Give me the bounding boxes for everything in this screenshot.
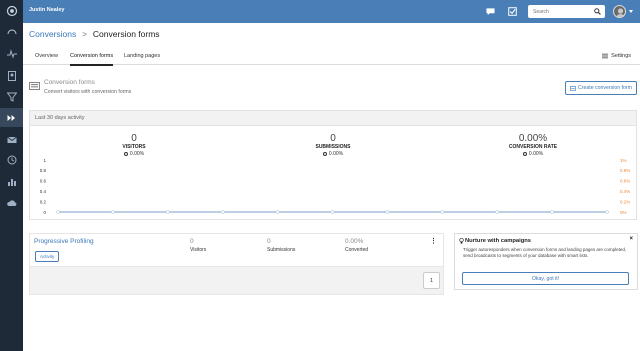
clock-icon[interactable] <box>0 150 23 169</box>
pagination-page-button[interactable]: 1 <box>423 272 440 289</box>
email-icon[interactable] <box>0 130 23 149</box>
settings-link[interactable]: Settings <box>602 53 631 59</box>
dashboard-icon[interactable] <box>0 22 23 41</box>
conversion-rate-stat: 0.00% CONVERSION RATE 0.00% <box>483 133 583 157</box>
tab-bar: Overview Conversion forms Landing pages … <box>23 48 640 66</box>
chevron-right-icon: > <box>82 29 87 39</box>
right-axis-tick-label: 0.2% <box>620 199 630 204</box>
filter-icon[interactable] <box>0 87 23 106</box>
left-nav-rail <box>0 0 23 351</box>
stat-label: VISITORS <box>122 144 146 150</box>
nurture-description: Trigger autoresponders when conversion f… <box>463 247 627 258</box>
section-title: Conversion forms <box>44 79 95 86</box>
data-point[interactable] <box>440 210 445 214</box>
activity-header: Last 30 days activity <box>30 111 636 126</box>
close-icon[interactable]: × <box>629 236 633 242</box>
app-logo-icon[interactable] <box>4 3 19 18</box>
left-axis-tick-label: 0 <box>43 210 46 215</box>
right-axis-tick-label: 0% <box>620 210 627 215</box>
activity-chart: 1 1% 0.8 0.8% 0.6 0.6% 0.4 0.4% 0.2 0.2% 0 0% <box>29 155 637 217</box>
data-point[interactable] <box>220 210 225 214</box>
converted-column: 0.00% Converted <box>345 238 368 253</box>
breadcrumb-conversions-link[interactable]: Conversions <box>29 29 76 39</box>
right-axis-tick-label: 0.6% <box>620 179 630 184</box>
data-point[interactable] <box>550 210 554 214</box>
visitors-stat: 0 VISITORS 0.00% <box>84 133 184 157</box>
chart-svg: 1 1% 0.8 0.8% 0.6 0.6% 0.4 0.4% 0.2 0.2% 0 0% <box>40 158 631 215</box>
submissions-value: 0 <box>267 238 271 245</box>
data-point[interactable] <box>495 210 500 214</box>
right-axis-tick-label: 0.4% <box>620 189 630 194</box>
left-axis-tick-label: 1 <box>43 158 46 163</box>
tab-landing-pages[interactable]: Landing pages <box>124 53 160 64</box>
search-icon[interactable] <box>594 8 601 15</box>
submissions-column: 0 Submissions <box>267 238 295 253</box>
create-button-label: Create conversion form <box>578 85 632 91</box>
settings-label: Settings <box>611 53 631 59</box>
page-title: Conversion forms <box>92 29 160 39</box>
stat-value: 0.00% <box>518 133 548 144</box>
reports-icon[interactable] <box>0 172 23 191</box>
chevron-down-icon[interactable] <box>629 10 633 13</box>
form-icon <box>29 82 40 90</box>
tasks-icon[interactable] <box>507 6 517 16</box>
right-axis-tick-label: 1% <box>620 158 627 163</box>
cloud-settings-icon[interactable] <box>0 193 23 212</box>
data-point[interactable] <box>330 210 335 214</box>
activity-icon[interactable] <box>0 44 23 63</box>
lightbulb-icon <box>459 238 464 244</box>
converted-value: 0.00% <box>345 238 364 245</box>
activity-badge-button[interactable]: Activity <box>35 251 60 262</box>
activity-title: Last 30 days activity <box>35 115 85 121</box>
nurture-card: Nurture with campaigns × Trigger autores… <box>454 233 638 290</box>
forms-list: Progressive Profiling Activity 0 Visitor… <box>29 233 444 295</box>
submissions-label: Submissions <box>267 247 296 253</box>
data-point[interactable] <box>166 210 170 214</box>
stat-label: CONVERSION RATE <box>508 144 558 150</box>
avatar[interactable] <box>613 5 626 18</box>
form-name-link[interactable]: Progressive Profiling <box>34 238 94 245</box>
stat-label: SUBMISSIONS <box>315 144 351 150</box>
create-conversion-form-button[interactable]: Create conversion form <box>565 81 637 95</box>
more-options-icon[interactable]: ⋮ <box>430 237 437 245</box>
submissions-stat: 0 SUBMISSIONS 0.00% <box>283 133 383 157</box>
stat-value: 0 <box>131 133 137 144</box>
search-box <box>528 5 605 18</box>
left-axis-tick-label: 0.2 <box>40 199 47 204</box>
data-point[interactable] <box>385 210 390 214</box>
stat-value: 0 <box>330 133 336 144</box>
right-axis-tick-label: 0.8% <box>620 168 630 173</box>
contacts-icon[interactable] <box>0 66 23 85</box>
table-row[interactable]: Progressive Profiling Activity 0 Visitor… <box>30 234 443 267</box>
messages-icon[interactable] <box>485 6 495 16</box>
nurture-title: Nurture with campaigns <box>465 238 532 244</box>
left-axis-tick-label: 0.4 <box>40 189 47 194</box>
converted-label: Converted <box>345 247 369 253</box>
data-point[interactable] <box>605 210 609 214</box>
search-input[interactable] <box>533 7 591 16</box>
breadcrumb: Conversions > Conversion forms <box>29 29 160 39</box>
visitors-label: Visitors <box>190 247 207 253</box>
visitors-column: 0 Visitors <box>190 238 206 253</box>
data-point[interactable] <box>111 210 115 214</box>
form-icon <box>570 85 577 91</box>
section-subtitle: Convert visitors with conversion forms <box>44 89 132 95</box>
tab-overview[interactable]: Overview <box>35 53 58 64</box>
account-name[interactable]: Justin Nealey <box>29 7 64 13</box>
left-axis-tick-label: 0.8 <box>40 168 47 173</box>
top-bar: Justin Nealey <box>23 0 640 23</box>
okay-got-it-button[interactable]: Okay, got it! <box>462 272 629 285</box>
visitors-value: 0 <box>190 238 194 245</box>
app-root: Justin Nealey Conversions > Conversion f… <box>0 0 640 351</box>
left-axis-tick-label: 0.6 <box>40 179 47 184</box>
conversions-icon[interactable] <box>0 108 23 127</box>
data-point[interactable] <box>56 210 60 214</box>
data-point[interactable] <box>275 210 280 214</box>
tab-conversion-forms[interactable]: Conversion forms <box>70 53 114 66</box>
settings-icon <box>602 53 609 59</box>
